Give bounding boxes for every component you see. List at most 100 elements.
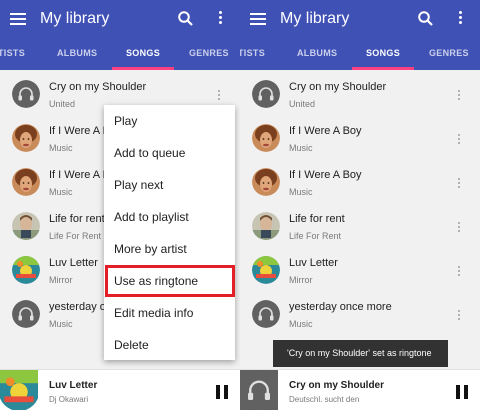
album-art	[12, 168, 40, 196]
album-art	[12, 256, 40, 284]
song-title: Luv Letter	[289, 257, 338, 269]
song-subtitle: Mirror	[289, 275, 313, 285]
song-options-icon[interactable]	[456, 134, 462, 148]
pause-icon[interactable]	[216, 385, 228, 399]
app-bar: My library TISTS ALBUMS SONGS GENRES	[0, 0, 240, 70]
song-title: yesterday o	[49, 301, 106, 313]
menu-item-delete[interactable]: Delete	[104, 329, 235, 361]
song-title: Cry on my Shoulder	[49, 81, 147, 93]
tab-songs[interactable]: SONGS	[126, 48, 160, 58]
song-context-menu: Play Add to queue Play next Add to playl…	[104, 105, 235, 360]
menu-item-label: Add to queue	[114, 146, 186, 160]
left-screen: My library TISTS ALBUMS SONGS GENRES Cry…	[0, 0, 240, 410]
album-art	[252, 256, 280, 284]
now-playing-artist: Deutschl. sucht den	[289, 395, 360, 404]
library-tabs: TISTS ALBUMS SONGS GENRES	[0, 44, 240, 70]
menu-item-label: Add to playlist	[114, 210, 189, 224]
tab-artists[interactable]: TISTS	[0, 48, 25, 58]
menu-item-add-to-queue[interactable]: Add to queue	[104, 137, 235, 169]
now-playing-bar[interactable]: Cry on my Shoulder Deutschl. sucht den	[240, 369, 480, 410]
song-title: Cry on my Shoulder	[289, 81, 387, 93]
song-subtitle: Mirror	[49, 275, 73, 285]
song-subtitle: Music	[49, 187, 73, 197]
menu-item-play-next[interactable]: Play next	[104, 169, 235, 201]
song-subtitle: Music	[49, 143, 73, 153]
now-playing-title: Luv Letter	[49, 380, 98, 391]
search-icon[interactable]	[417, 10, 435, 28]
song-title: If I Were A B	[49, 169, 110, 181]
album-art	[252, 124, 280, 152]
song-title: If I Were A B	[49, 125, 110, 137]
toast-text: 'Cry on my Shoulder' set as ringtone	[287, 348, 432, 358]
song-subtitle: Life For Rent	[289, 231, 342, 241]
right-screen: My library TISTS ALBUMS SONGS GENRES Cry…	[240, 0, 480, 410]
song-subtitle: Music	[289, 143, 313, 153]
list-item[interactable]: Luv Letter Mirror	[240, 246, 480, 290]
menu-item-label: Delete	[114, 338, 149, 352]
overflow-menu-icon[interactable]	[217, 11, 223, 27]
headphones-placeholder-icon	[252, 80, 280, 108]
list-item[interactable]: If I Were A Boy Music	[240, 158, 480, 202]
list-item[interactable]: Cry on my Shoulder United	[240, 70, 480, 114]
now-playing-bar[interactable]: Luv Letter Dj Okawari	[0, 369, 240, 410]
song-title: Luv Letter	[49, 257, 98, 269]
tab-albums[interactable]: ALBUMS	[297, 48, 337, 58]
menu-item-play[interactable]: Play	[104, 105, 235, 137]
toast-message: 'Cry on my Shoulder' set as ringtone	[273, 340, 448, 367]
song-subtitle: Music	[49, 319, 73, 329]
now-playing-art	[0, 370, 38, 410]
toolbar: My library	[240, 0, 480, 38]
highlight-box	[105, 265, 235, 297]
overflow-menu-icon[interactable]	[457, 11, 463, 27]
list-item[interactable]: yesterday once more Music	[240, 290, 480, 334]
headphones-placeholder-icon	[252, 300, 280, 328]
song-options-icon[interactable]	[456, 90, 462, 104]
menu-item-label: Play next	[114, 178, 164, 192]
pause-icon[interactable]	[456, 385, 468, 399]
hamburger-menu-icon[interactable]	[10, 12, 26, 26]
library-tabs: TISTS ALBUMS SONGS GENRES	[240, 44, 480, 70]
album-art	[252, 212, 280, 240]
song-options-icon[interactable]	[216, 90, 222, 104]
tab-genres[interactable]: GENRES	[429, 48, 469, 58]
menu-item-edit-media-info[interactable]: Edit media info	[104, 297, 235, 329]
menu-item-label: Edit media info	[114, 306, 194, 320]
app-bar: My library TISTS ALBUMS SONGS GENRES	[240, 0, 480, 70]
song-title: Life for rent	[289, 213, 345, 225]
tab-artists[interactable]: TISTS	[240, 48, 265, 58]
now-playing-title: Cry on my Shoulder	[289, 380, 385, 391]
menu-item-label: More by artist	[114, 242, 187, 256]
song-subtitle: Music	[289, 319, 313, 329]
headphones-placeholder-icon	[12, 80, 40, 108]
song-subtitle: United	[49, 99, 76, 109]
album-art	[12, 212, 40, 240]
song-title: If I Were A Boy	[289, 125, 362, 137]
album-art	[12, 124, 40, 152]
song-title: yesterday once more	[289, 301, 392, 313]
hamburger-menu-icon[interactable]	[250, 12, 266, 26]
toolbar: My library	[0, 0, 240, 38]
song-options-icon[interactable]	[456, 222, 462, 236]
search-icon[interactable]	[177, 10, 195, 28]
song-title: If I Were A Boy	[289, 169, 362, 181]
page-title: My library	[40, 10, 110, 27]
now-playing-artist: Dj Okawari	[49, 395, 89, 404]
tab-songs[interactable]: SONGS	[366, 48, 400, 58]
headphones-placeholder-icon	[12, 300, 40, 328]
song-options-icon[interactable]	[456, 178, 462, 192]
list-item[interactable]: Life for rent Life For Rent	[240, 202, 480, 246]
tab-albums[interactable]: ALBUMS	[57, 48, 97, 58]
list-item[interactable]: If I Were A Boy Music	[240, 114, 480, 158]
song-subtitle: United	[289, 99, 316, 109]
headphones-placeholder-icon	[240, 370, 278, 410]
song-title: Life for rent	[49, 213, 105, 225]
album-art	[252, 168, 280, 196]
menu-item-more-by-artist[interactable]: More by artist	[104, 233, 235, 265]
tab-genres[interactable]: GENRES	[189, 48, 229, 58]
song-subtitle: Life For Rent	[49, 231, 102, 241]
song-options-icon[interactable]	[456, 310, 462, 324]
page-title: My library	[280, 10, 350, 27]
song-options-icon[interactable]	[456, 266, 462, 280]
menu-item-label: Play	[114, 114, 138, 128]
menu-item-add-to-playlist[interactable]: Add to playlist	[104, 201, 235, 233]
